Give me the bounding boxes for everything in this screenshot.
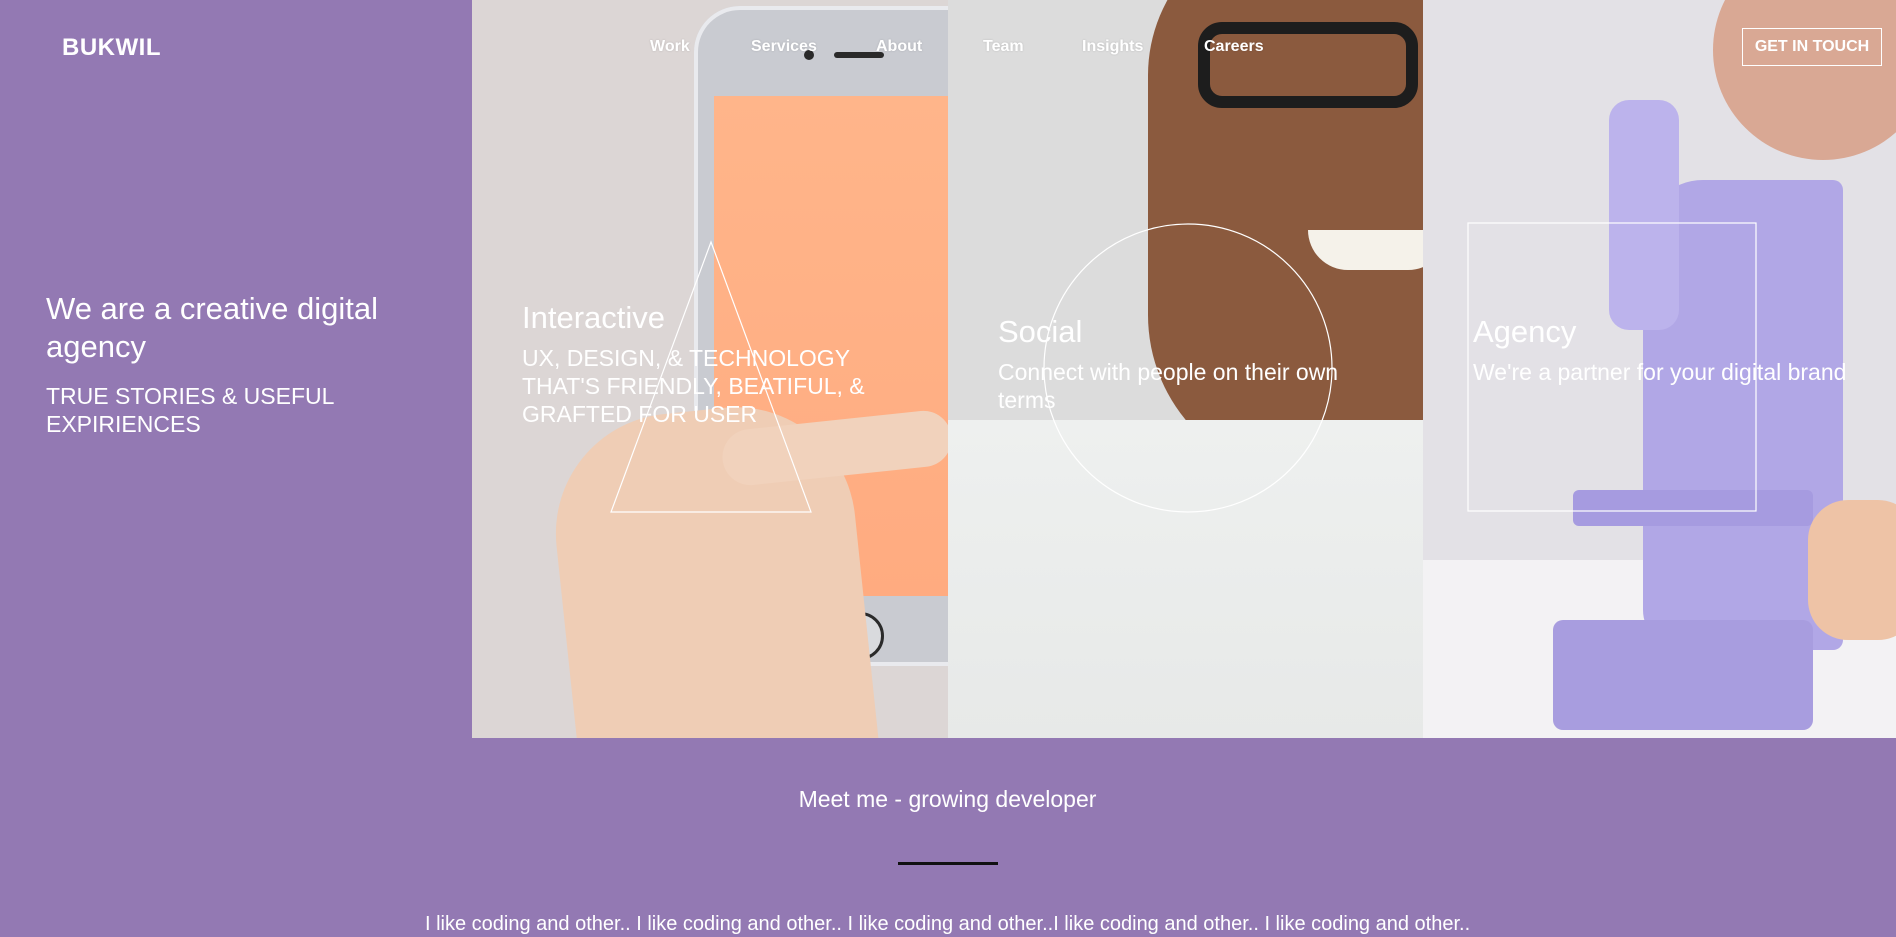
panel-interactive[interactable]: Interactive UX, DESIGN, & TECHNOLOGY THA… [472, 0, 948, 738]
nav-item-team[interactable]: Team [983, 38, 1024, 56]
glasses-image [1198, 22, 1418, 108]
nav-item-careers[interactable]: Careers [1204, 38, 1264, 56]
panel-title-social: Social [998, 314, 1083, 349]
meet-section-title: Meet me - growing developer [0, 786, 1896, 813]
section-divider [898, 862, 998, 865]
meet-title-text: Meet me - growing developer [798, 786, 1097, 812]
panel-text-agency: We're a partner for your digital brand [1473, 359, 1847, 385]
nav-item-services[interactable]: Services [751, 38, 817, 56]
nav-item-work[interactable]: Work [650, 38, 690, 56]
get-in-touch-button[interactable]: GET IN TOUCH [1742, 28, 1882, 66]
hand-image [1808, 500, 1896, 640]
panel-title-agency: Agency [1473, 314, 1577, 349]
hero-subtitle: TRUE STORIES & USEFUL EXPIRIENCES [46, 383, 334, 437]
panel-text-interactive: UX, DESIGN, & TECHNOLOGY THAT'S FRIENDLY… [522, 345, 865, 427]
feature-panels: Interactive UX, DESIGN, & TECHNOLOGY THA… [472, 0, 1896, 738]
panel-agency[interactable]: Agency We're a partner for your digital … [1423, 0, 1896, 738]
nav-item-about[interactable]: About [876, 38, 922, 56]
panel-text-social: Connect with people on their own terms [998, 359, 1339, 413]
hero-title: We are a creative digital agency [46, 291, 378, 364]
nav-item-insights[interactable]: Insights [1082, 38, 1143, 56]
person-head-image [1713, 0, 1896, 160]
microscope-base-image [1553, 620, 1813, 730]
panel-social[interactable]: Social Connect with people on their own … [948, 0, 1423, 738]
panel-title-interactive: Interactive [522, 300, 666, 335]
marquee-text: I like coding and other.. I like coding … [425, 913, 1471, 935]
brand-logo[interactable]: BUKWIL [62, 34, 161, 62]
